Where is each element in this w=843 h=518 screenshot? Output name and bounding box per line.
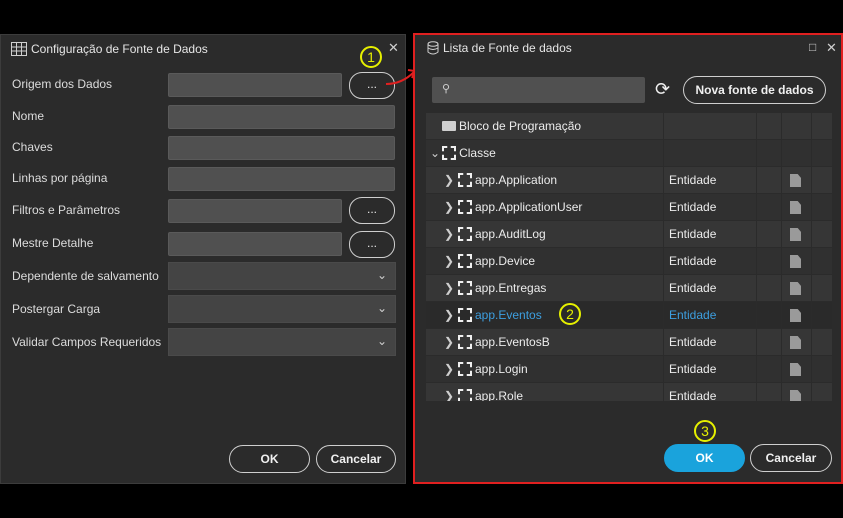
class-icon	[458, 173, 472, 187]
document-icon[interactable]	[790, 174, 801, 187]
chevron-down-icon: ⌄	[376, 268, 387, 282]
tree-group-label: Bloco de Programação	[442, 113, 581, 139]
database-icon	[427, 41, 439, 55]
chevron-right-icon[interactable]: ❯	[444, 356, 454, 382]
cancel-button[interactable]: Cancelar	[316, 445, 396, 473]
document-icon[interactable]	[790, 255, 801, 268]
maximize-icon[interactable]: □	[809, 40, 816, 54]
tree-item-row[interactable]: ❯ app.Application Entidade	[426, 167, 832, 194]
chevron-right-icon[interactable]: ❯	[444, 302, 454, 328]
filtros-parametros-browse-button[interactable]: ...	[349, 197, 395, 224]
class-icon	[442, 146, 457, 160]
class-icon	[458, 389, 472, 401]
document-icon[interactable]	[790, 282, 801, 295]
document-icon[interactable]	[790, 390, 801, 401]
class-icon	[458, 254, 472, 268]
ok-button[interactable]: OK	[229, 445, 310, 473]
tree-group-row[interactable]: Bloco de Programação	[426, 113, 832, 140]
chevron-right-icon[interactable]: ❯	[444, 221, 454, 247]
class-icon	[458, 308, 472, 322]
label-mestre-detalhe: Mestre Detalhe	[12, 236, 94, 250]
chevron-right-icon[interactable]: ❯	[444, 383, 454, 401]
class-icon	[458, 362, 472, 376]
class-icon	[458, 227, 472, 241]
datasource-config-dialog: Configuração de Fonte de Dados ✕ Origem …	[0, 34, 406, 484]
document-icon[interactable]	[790, 363, 801, 376]
step-1-badge: 1	[360, 46, 382, 68]
document-icon[interactable]	[790, 309, 801, 322]
chevron-right-icon[interactable]: ❯	[444, 248, 454, 274]
chevron-down-icon: ⌄	[376, 334, 387, 348]
refresh-icon[interactable]: ⟳	[655, 79, 670, 100]
step-2-badge: 2	[559, 303, 581, 325]
postergar-carga-select[interactable]: ⌄	[168, 295, 396, 323]
datasource-list-dialog: Lista de Fonte de dados □ ✕ ⚲ ⟳ Nova fon…	[413, 33, 843, 484]
tree-item-row[interactable]: ❯ app.Entregas Entidade	[426, 275, 832, 302]
linhas-pagina-input[interactable]	[168, 167, 395, 191]
label-origem-dados: Origem dos Dados	[12, 77, 113, 91]
mestre-detalhe-browse-button[interactable]: ...	[349, 231, 395, 258]
origem-dados-input[interactable]	[168, 73, 342, 97]
document-icon[interactable]	[790, 201, 801, 214]
chevron-right-icon[interactable]: ❯	[444, 329, 454, 355]
new-datasource-button[interactable]: Nova fonte de dados	[683, 76, 826, 104]
label-dependente-salvamento: Dependente de salvamento	[12, 269, 159, 283]
label-linhas-pagina: Linhas por página	[12, 171, 108, 185]
class-icon	[458, 335, 472, 349]
chevron-right-icon[interactable]: ❯	[444, 167, 454, 193]
ok-button[interactable]: OK	[664, 444, 745, 472]
search-icon: ⚲	[442, 83, 451, 95]
label-validar-campos: Validar Campos Requeridos	[12, 335, 162, 349]
chevron-right-icon[interactable]: ❯	[444, 194, 454, 220]
label-filtros-parametros: Filtros e Parâmetros	[12, 203, 121, 217]
label-postergar-carga: Postergar Carga	[12, 302, 101, 316]
chevron-down-icon: ⌄	[376, 301, 387, 315]
tree-item-row[interactable]: ❯ app.Login Entidade	[426, 356, 832, 383]
tree-group-label: ⌄ Classe	[430, 146, 496, 160]
tree-item-row-selected[interactable]: ❯ app.Eventos Entidade	[426, 302, 832, 329]
tree-item-row[interactable]: ❯ app.Device Entidade	[426, 248, 832, 275]
validar-campos-select[interactable]: ⌄	[168, 328, 396, 356]
label-nome: Nome	[12, 109, 45, 123]
tree-item-row[interactable]: ❯ app.Role Entidade	[426, 383, 832, 401]
step-3-badge: 3	[694, 420, 716, 442]
chaves-input[interactable]	[168, 136, 395, 160]
dependente-salvamento-select[interactable]: ⌄	[168, 262, 396, 290]
chevron-down-icon: ⌄	[430, 146, 441, 160]
table-icon	[11, 42, 27, 56]
dialog-title: Lista de Fonte de dados	[427, 41, 572, 55]
class-icon	[458, 200, 472, 214]
dialog-title: Configuração de Fonte de Dados	[11, 42, 208, 56]
close-icon[interactable]: ✕	[826, 40, 837, 56]
tree-item-row[interactable]: ❯ app.EventosB Entidade	[426, 329, 832, 356]
tree-group-row[interactable]: ⌄ Classe	[426, 140, 832, 167]
cancel-button[interactable]: Cancelar	[750, 444, 832, 472]
filtros-parametros-input[interactable]	[168, 199, 342, 223]
dialog-title-text: Configuração de Fonte de Dados	[31, 42, 208, 56]
class-icon	[458, 281, 472, 295]
close-icon[interactable]: ✕	[388, 40, 399, 56]
document-icon[interactable]	[790, 228, 801, 241]
nome-input[interactable]	[168, 105, 395, 129]
dialog-title-text: Lista de Fonte de dados	[443, 41, 572, 55]
label-chaves: Chaves	[12, 140, 53, 154]
tree-item-row[interactable]: ❯ app.AuditLog Entidade	[426, 221, 832, 248]
search-input[interactable]: ⚲	[432, 77, 645, 103]
document-icon[interactable]	[790, 336, 801, 349]
book-icon	[442, 121, 456, 131]
mestre-detalhe-input[interactable]	[168, 232, 342, 256]
tree-item-row[interactable]: ❯ app.ApplicationUser Entidade	[426, 194, 832, 221]
datasource-tree-grid: Bloco de Programação ⌄ Classe ❯ app.Appli…	[426, 113, 832, 401]
chevron-right-icon[interactable]: ❯	[444, 275, 454, 301]
